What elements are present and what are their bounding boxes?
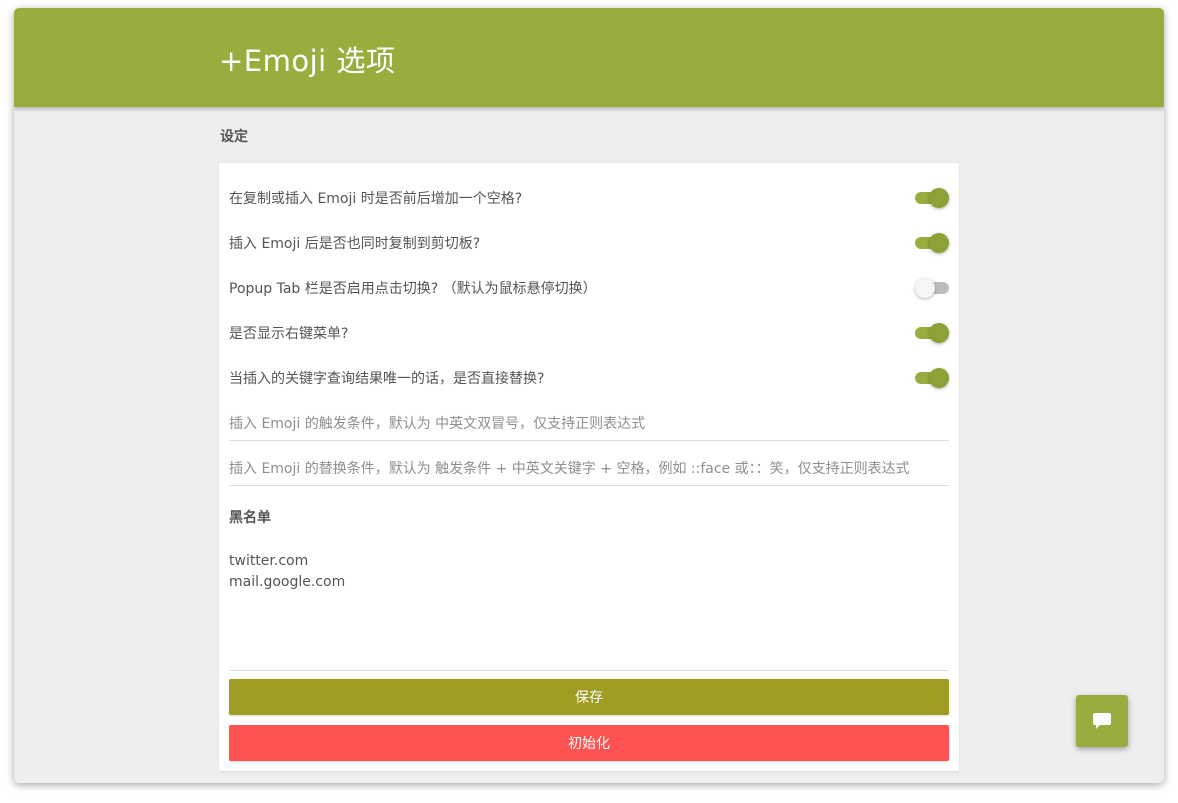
blacklist-title: 黑名单 (229, 510, 271, 526)
setting-label: 当插入的关键字查询结果唯一的话，是否直接替换? (229, 371, 545, 387)
toggle-popup-tab-click[interactable] (915, 277, 949, 299)
toggle-add-space[interactable] (915, 187, 949, 209)
blacklist-textarea[interactable] (229, 551, 949, 671)
setting-label: 是否显示右键菜单? (229, 326, 349, 342)
reset-button[interactable]: 初始化 (229, 725, 949, 761)
setting-row-clipboard: 插入 Emoji 后是否也同时复制到剪切板? (229, 228, 949, 258)
setting-row-popup-tab: Popup Tab 栏是否启用点击切换? （默认为鼠标悬停切换） (229, 273, 949, 303)
setting-label: 在复制或插入 Emoji 时是否前后增加一个空格? (229, 191, 523, 207)
section-title: 设定 (220, 129, 248, 145)
setting-row-space: 在复制或插入 Emoji 时是否前后增加一个空格? (229, 183, 949, 213)
options-window: +Emoji 选项 设定 在复制或插入 Emoji 时是否前后增加一个空格? 插… (14, 8, 1164, 783)
save-button[interactable]: 保存 (229, 679, 949, 715)
setting-row-auto-replace: 当插入的关键字查询结果唯一的话，是否直接替换? (229, 363, 949, 393)
toggle-auto-replace[interactable] (915, 367, 949, 389)
setting-row-context-menu: 是否显示右键菜单? (229, 318, 949, 348)
replace-condition-input[interactable] (229, 452, 949, 486)
toggle-context-menu[interactable] (915, 322, 949, 344)
app-bar: +Emoji 选项 (14, 8, 1164, 107)
page-title: +Emoji 选项 (219, 44, 396, 78)
chat-icon (1093, 713, 1111, 729)
settings-card: 在复制或插入 Emoji 时是否前后增加一个空格? 插入 Emoji 后是否也同… (219, 163, 959, 771)
setting-label: 插入 Emoji 后是否也同时复制到剪切板? (229, 236, 481, 252)
chat-fab-button[interactable] (1076, 695, 1128, 747)
trigger-condition-input[interactable] (229, 407, 949, 441)
setting-label: Popup Tab 栏是否启用点击切换? （默认为鼠标悬停切换） (229, 281, 597, 297)
toggle-copy-clipboard[interactable] (915, 232, 949, 254)
